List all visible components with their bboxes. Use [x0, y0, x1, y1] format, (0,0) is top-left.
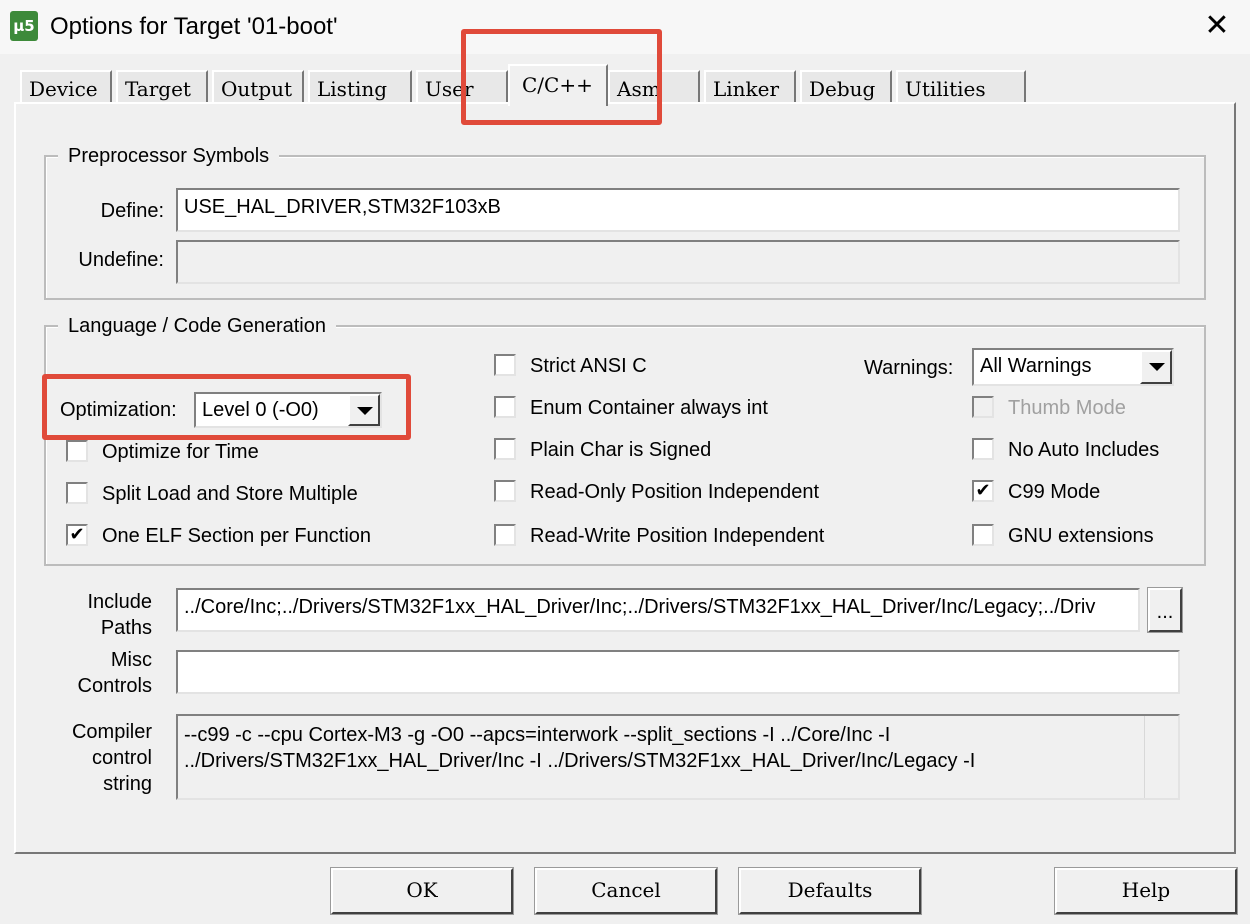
strict-ansi-label: Strict ANSI C: [530, 355, 647, 377]
ok-button[interactable]: OK: [331, 868, 513, 914]
thumb-mode-label: Thumb Mode: [1008, 397, 1126, 419]
plain-char-checkbox[interactable]: [494, 438, 516, 460]
include-paths-label: Include Paths: [40, 589, 153, 641]
c99-mode-label: C99 Mode: [1008, 481, 1101, 503]
tab-listing[interactable]: Listing: [308, 70, 412, 102]
chevron-down-icon: [1149, 363, 1165, 371]
enum-container-checkbox[interactable]: [494, 396, 516, 418]
optimize-time-label: Optimize for Time: [102, 441, 259, 463]
c99-mode-checkbox[interactable]: ✔: [972, 480, 994, 502]
compiler-string-label-line2: control: [91, 747, 152, 769]
warnings-dropdown-button[interactable]: [1140, 350, 1172, 384]
thumb-mode-checkbox: [972, 396, 994, 418]
close-icon[interactable]: ✕: [1196, 6, 1238, 46]
compiler-string-box: --c99 -c --cpu Cortex-M3 -g -O0 --apcs=i…: [176, 714, 1180, 800]
keil-app-icon: µ5: [10, 11, 38, 41]
split-load-label: Split Load and Store Multiple: [102, 483, 358, 505]
tab-debug[interactable]: Debug: [800, 70, 892, 102]
help-button[interactable]: Help: [1055, 868, 1237, 914]
misc-controls-label: Misc Controls: [40, 647, 152, 699]
undefine-label: Undefine:: [78, 249, 164, 271]
gnu-extensions-checkbox[interactable]: [972, 524, 994, 546]
one-elf-checkbox[interactable]: ✔: [66, 524, 88, 546]
tab-output[interactable]: Output: [212, 70, 304, 102]
gnu-extensions-label: GNU extensions: [1008, 525, 1154, 547]
enum-container-label: Enum Container always int: [530, 397, 768, 419]
warnings-label: Warnings:: [864, 357, 954, 379]
compiler-string-label-line3: string: [103, 773, 152, 795]
window-title: Options for Target '01-boot': [50, 13, 338, 40]
define-input[interactable]: USE_HAL_DRIVER,STM32F103xB: [176, 188, 1180, 232]
tab-utilities[interactable]: Utilities: [896, 70, 1026, 102]
misc-controls-label-line2: Controls: [77, 675, 152, 697]
no-auto-includes-checkbox[interactable]: [972, 438, 994, 460]
tab-device[interactable]: Device: [20, 70, 112, 102]
optimize-time-checkbox[interactable]: [66, 440, 88, 462]
compiler-string-text: --c99 -c --cpu Cortex-M3 -g -O0 --apcs=i…: [184, 724, 976, 772]
include-paths-label-line2: Paths: [100, 617, 152, 639]
undefine-input[interactable]: [176, 240, 1180, 284]
misc-controls-input[interactable]: [176, 650, 1180, 694]
compiler-string-scrollbar[interactable]: [1144, 716, 1178, 798]
include-paths-label-line1: Include: [87, 591, 153, 613]
compiler-string-label-line1: Compiler: [71, 721, 152, 743]
strict-ansi-checkbox[interactable]: [494, 354, 516, 376]
cancel-button[interactable]: Cancel: [535, 868, 717, 914]
tab-target[interactable]: Target: [116, 70, 208, 102]
warnings-value: All Warnings: [980, 355, 1092, 377]
include-paths-browse-button[interactable]: ...: [1148, 588, 1182, 632]
tab-linker[interactable]: Linker: [704, 70, 796, 102]
preprocessor-group-title: Preprocessor Symbols: [58, 144, 280, 168]
defaults-button[interactable]: Defaults: [739, 868, 921, 914]
highlight-box-c-cpp-tab: [461, 29, 662, 125]
define-label: Define:: [100, 200, 164, 222]
language-group-title: Language / Code Generation: [58, 314, 336, 338]
one-elf-label: One ELF Section per Function: [102, 525, 372, 547]
rw-pi-label: Read-Write Position Independent: [530, 525, 825, 547]
include-paths-input[interactable]: ../Core/Inc;../Drivers/STM32F1xx_HAL_Dri…: [176, 588, 1140, 632]
warnings-select[interactable]: All Warnings: [972, 348, 1174, 386]
highlight-box-optimization: [42, 374, 411, 440]
plain-char-label: Plain Char is Signed: [530, 439, 712, 461]
rw-pi-checkbox[interactable]: [494, 524, 516, 546]
split-load-checkbox[interactable]: [66, 482, 88, 504]
misc-controls-label-line1: Misc: [110, 649, 152, 671]
compiler-string-label: Compiler control string: [40, 719, 152, 797]
ro-pi-label: Read-Only Position Independent: [530, 481, 820, 503]
ro-pi-checkbox[interactable]: [494, 480, 516, 502]
no-auto-includes-label: No Auto Includes: [1008, 439, 1160, 461]
